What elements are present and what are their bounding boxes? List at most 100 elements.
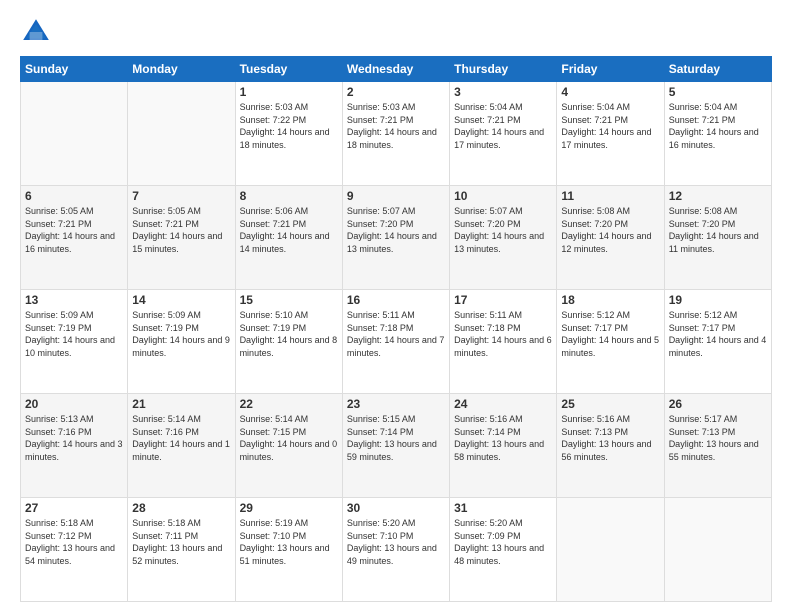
day-info: Sunrise: 5:13 AM Sunset: 7:16 PM Dayligh… xyxy=(25,413,123,463)
calendar-week-4: 27 Sunrise: 5:18 AM Sunset: 7:12 PM Dayli… xyxy=(21,498,772,602)
day-info: Sunrise: 5:16 AM Sunset: 7:14 PM Dayligh… xyxy=(454,413,552,463)
col-header-monday: Monday xyxy=(128,57,235,82)
calendar-cell: 21 Sunrise: 5:14 AM Sunset: 7:16 PM Dayli… xyxy=(128,394,235,498)
calendar-week-1: 6 Sunrise: 5:05 AM Sunset: 7:21 PM Daylig… xyxy=(21,186,772,290)
day-number: 9 xyxy=(347,189,445,203)
calendar-cell: 6 Sunrise: 5:05 AM Sunset: 7:21 PM Daylig… xyxy=(21,186,128,290)
day-number: 14 xyxy=(132,293,230,307)
calendar-cell: 26 Sunrise: 5:17 AM Sunset: 7:13 PM Dayli… xyxy=(664,394,771,498)
day-info: Sunrise: 5:04 AM Sunset: 7:21 PM Dayligh… xyxy=(454,101,552,151)
day-info: Sunrise: 5:09 AM Sunset: 7:19 PM Dayligh… xyxy=(25,309,123,359)
calendar-cell: 1Sunrise: 5:03 AM Sunset: 7:22 PM Daylig… xyxy=(235,82,342,186)
calendar-cell: 29Sunrise: 5:19 AM Sunset: 7:10 PM Dayli… xyxy=(235,498,342,602)
day-info: Sunrise: 5:04 AM Sunset: 7:21 PM Dayligh… xyxy=(561,101,659,151)
calendar-cell: 9 Sunrise: 5:07 AM Sunset: 7:20 PM Daylig… xyxy=(342,186,449,290)
calendar-cell: 16 Sunrise: 5:11 AM Sunset: 7:18 PM Dayli… xyxy=(342,290,449,394)
calendar-cell: 24 Sunrise: 5:16 AM Sunset: 7:14 PM Dayli… xyxy=(450,394,557,498)
day-info: Sunrise: 5:05 AM Sunset: 7:21 PM Dayligh… xyxy=(132,205,230,255)
day-info: Sunrise: 5:07 AM Sunset: 7:20 PM Dayligh… xyxy=(454,205,552,255)
calendar-cell: 22 Sunrise: 5:14 AM Sunset: 7:15 PM Dayli… xyxy=(235,394,342,498)
day-number: 8 xyxy=(240,189,338,203)
day-number: 23 xyxy=(347,397,445,411)
day-number: 18 xyxy=(561,293,659,307)
day-info: Sunrise: 5:05 AM Sunset: 7:21 PM Dayligh… xyxy=(25,205,123,255)
day-number: 25 xyxy=(561,397,659,411)
day-number: 17 xyxy=(454,293,552,307)
day-info: Sunrise: 5:16 AM Sunset: 7:13 PM Dayligh… xyxy=(561,413,659,463)
calendar-cell: 14 Sunrise: 5:09 AM Sunset: 7:19 PM Dayli… xyxy=(128,290,235,394)
calendar-cell: 3Sunrise: 5:04 AM Sunset: 7:21 PM Daylig… xyxy=(450,82,557,186)
calendar-cell xyxy=(557,498,664,602)
day-info: Sunrise: 5:18 AM Sunset: 7:11 PM Dayligh… xyxy=(132,517,230,567)
calendar-cell: 25 Sunrise: 5:16 AM Sunset: 7:13 PM Dayli… xyxy=(557,394,664,498)
day-number: 2 xyxy=(347,85,445,99)
day-info: Sunrise: 5:03 AM Sunset: 7:21 PM Dayligh… xyxy=(347,101,445,151)
day-number: 16 xyxy=(347,293,445,307)
day-info: Sunrise: 5:10 AM Sunset: 7:19 PM Dayligh… xyxy=(240,309,338,359)
header xyxy=(20,16,772,48)
day-number: 6 xyxy=(25,189,123,203)
page: SundayMondayTuesdayWednesdayThursdayFrid… xyxy=(0,0,792,612)
calendar-cell: 31 Sunrise: 5:20 AM Sunset: 7:09 PM Dayli… xyxy=(450,498,557,602)
day-info: Sunrise: 5:11 AM Sunset: 7:18 PM Dayligh… xyxy=(454,309,552,359)
calendar-cell: 5Sunrise: 5:04 AM Sunset: 7:21 PM Daylig… xyxy=(664,82,771,186)
day-number: 1 xyxy=(240,85,338,99)
calendar-table: SundayMondayTuesdayWednesdayThursdayFrid… xyxy=(20,56,772,602)
col-header-thursday: Thursday xyxy=(450,57,557,82)
day-number: 26 xyxy=(669,397,767,411)
calendar-cell xyxy=(21,82,128,186)
day-number: 21 xyxy=(132,397,230,411)
day-info: Sunrise: 5:11 AM Sunset: 7:18 PM Dayligh… xyxy=(347,309,445,359)
day-info: Sunrise: 5:06 AM Sunset: 7:21 PM Dayligh… xyxy=(240,205,338,255)
calendar-cell: 7 Sunrise: 5:05 AM Sunset: 7:21 PM Daylig… xyxy=(128,186,235,290)
col-header-tuesday: Tuesday xyxy=(235,57,342,82)
day-info: Sunrise: 5:14 AM Sunset: 7:16 PM Dayligh… xyxy=(132,413,230,463)
day-number: 10 xyxy=(454,189,552,203)
calendar-cell: 27 Sunrise: 5:18 AM Sunset: 7:12 PM Dayli… xyxy=(21,498,128,602)
col-header-wednesday: Wednesday xyxy=(342,57,449,82)
day-number: 5 xyxy=(669,85,767,99)
logo xyxy=(20,16,56,48)
calendar-cell: 4 Sunrise: 5:04 AM Sunset: 7:21 PM Daylig… xyxy=(557,82,664,186)
calendar-cell: 19 Sunrise: 5:12 AM Sunset: 7:17 PM Dayli… xyxy=(664,290,771,394)
day-number: 28 xyxy=(132,501,230,515)
day-info: Sunrise: 5:17 AM Sunset: 7:13 PM Dayligh… xyxy=(669,413,767,463)
day-number: 19 xyxy=(669,293,767,307)
day-info: Sunrise: 5:12 AM Sunset: 7:17 PM Dayligh… xyxy=(669,309,767,359)
day-number: 20 xyxy=(25,397,123,411)
day-info: Sunrise: 5:09 AM Sunset: 7:19 PM Dayligh… xyxy=(132,309,230,359)
day-info: Sunrise: 5:08 AM Sunset: 7:20 PM Dayligh… xyxy=(561,205,659,255)
calendar-cell: 12 Sunrise: 5:08 AM Sunset: 7:20 PM Dayli… xyxy=(664,186,771,290)
day-info: Sunrise: 5:19 AM Sunset: 7:10 PM Dayligh… xyxy=(240,517,338,567)
day-info: Sunrise: 5:07 AM Sunset: 7:20 PM Dayligh… xyxy=(347,205,445,255)
calendar-week-3: 20 Sunrise: 5:13 AM Sunset: 7:16 PM Dayli… xyxy=(21,394,772,498)
day-number: 30 xyxy=(347,501,445,515)
calendar-cell: 13 Sunrise: 5:09 AM Sunset: 7:19 PM Dayli… xyxy=(21,290,128,394)
calendar-cell xyxy=(664,498,771,602)
calendar-cell: 8 Sunrise: 5:06 AM Sunset: 7:21 PM Daylig… xyxy=(235,186,342,290)
day-info: Sunrise: 5:12 AM Sunset: 7:17 PM Dayligh… xyxy=(561,309,659,359)
day-number: 4 xyxy=(561,85,659,99)
day-number: 22 xyxy=(240,397,338,411)
day-number: 11 xyxy=(561,189,659,203)
day-info: Sunrise: 5:20 AM Sunset: 7:09 PM Dayligh… xyxy=(454,517,552,567)
calendar-cell: 23Sunrise: 5:15 AM Sunset: 7:14 PM Dayli… xyxy=(342,394,449,498)
calendar-cell xyxy=(128,82,235,186)
day-info: Sunrise: 5:18 AM Sunset: 7:12 PM Dayligh… xyxy=(25,517,123,567)
day-info: Sunrise: 5:14 AM Sunset: 7:15 PM Dayligh… xyxy=(240,413,338,463)
day-number: 7 xyxy=(132,189,230,203)
col-header-sunday: Sunday xyxy=(21,57,128,82)
day-number: 24 xyxy=(454,397,552,411)
day-number: 27 xyxy=(25,501,123,515)
calendar-cell: 11 Sunrise: 5:08 AM Sunset: 7:20 PM Dayli… xyxy=(557,186,664,290)
day-info: Sunrise: 5:08 AM Sunset: 7:20 PM Dayligh… xyxy=(669,205,767,255)
calendar-cell: 10 Sunrise: 5:07 AM Sunset: 7:20 PM Dayli… xyxy=(450,186,557,290)
calendar-cell: 28 Sunrise: 5:18 AM Sunset: 7:11 PM Dayli… xyxy=(128,498,235,602)
day-number: 13 xyxy=(25,293,123,307)
logo-icon xyxy=(20,16,52,48)
calendar-week-2: 13 Sunrise: 5:09 AM Sunset: 7:19 PM Dayli… xyxy=(21,290,772,394)
col-header-friday: Friday xyxy=(557,57,664,82)
day-number: 31 xyxy=(454,501,552,515)
calendar-cell: 20 Sunrise: 5:13 AM Sunset: 7:16 PM Dayli… xyxy=(21,394,128,498)
day-number: 12 xyxy=(669,189,767,203)
